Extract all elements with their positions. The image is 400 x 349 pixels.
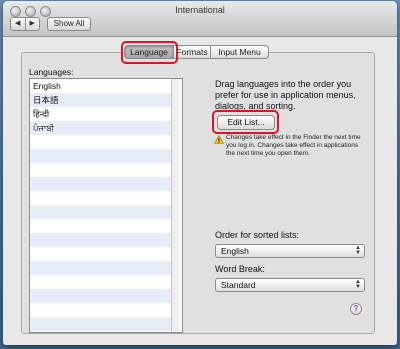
list-item	[30, 135, 182, 149]
updown-arrows-icon: ▲ ▼	[355, 245, 361, 256]
word-break-label: Word Break:	[215, 264, 265, 274]
word-break-select[interactable]: Standard ▲ ▼	[215, 278, 365, 292]
warning-icon	[214, 135, 224, 144]
list-item	[30, 275, 182, 289]
show-all-button[interactable]: Show All	[47, 17, 91, 31]
word-break-value: Standard	[221, 280, 256, 290]
list-item	[30, 163, 182, 177]
order-label: Order for sorted lists:	[215, 230, 300, 240]
list-scrollbar[interactable]	[171, 79, 182, 332]
list-item[interactable]: ਪੰਜਾਬੀ	[30, 121, 182, 135]
title-bar: International ◀ ▶ Show All	[3, 1, 397, 37]
languages-label: Languages:	[29, 67, 74, 77]
help-button[interactable]: ?	[350, 303, 362, 315]
tab-language[interactable]: Language	[124, 45, 174, 59]
list-item	[30, 289, 182, 303]
list-item	[30, 261, 182, 275]
languages-list[interactable]: English 日本語 हिन्दी ਪੰਜਾਬੀ	[29, 78, 183, 333]
tab-formats[interactable]: Formats	[174, 45, 211, 59]
instructions-text: Drag languages into the order you prefer…	[215, 79, 356, 111]
list-item[interactable]: English	[30, 79, 182, 93]
edit-list-button[interactable]: Edit List...	[217, 115, 275, 130]
list-item	[30, 317, 182, 331]
list-item[interactable]: हिन्दी	[30, 107, 182, 121]
back-arrow-icon[interactable]: ◀	[11, 18, 25, 30]
sort-order-select[interactable]: English ▲ ▼	[215, 244, 365, 258]
forward-arrow-icon[interactable]: ▶	[24, 18, 40, 30]
list-item	[30, 303, 182, 317]
list-item	[30, 191, 182, 205]
window-title: International	[175, 5, 225, 15]
updown-arrows-icon: ▲ ▼	[355, 279, 361, 290]
changes-note: Changes take effect in the Finder the ne…	[226, 134, 361, 158]
back-forward-control: ◀ ▶	[10, 17, 40, 31]
list-item	[30, 205, 182, 219]
list-item	[30, 247, 182, 261]
list-item	[30, 233, 182, 247]
list-item	[30, 149, 182, 163]
list-item[interactable]: 日本語	[30, 93, 182, 107]
tab-bar: Language Formats Input Menu	[124, 45, 269, 59]
tab-input-menu[interactable]: Input Menu	[211, 45, 269, 59]
list-item	[30, 219, 182, 233]
sort-order-value: English	[221, 246, 249, 256]
list-item	[30, 177, 182, 191]
